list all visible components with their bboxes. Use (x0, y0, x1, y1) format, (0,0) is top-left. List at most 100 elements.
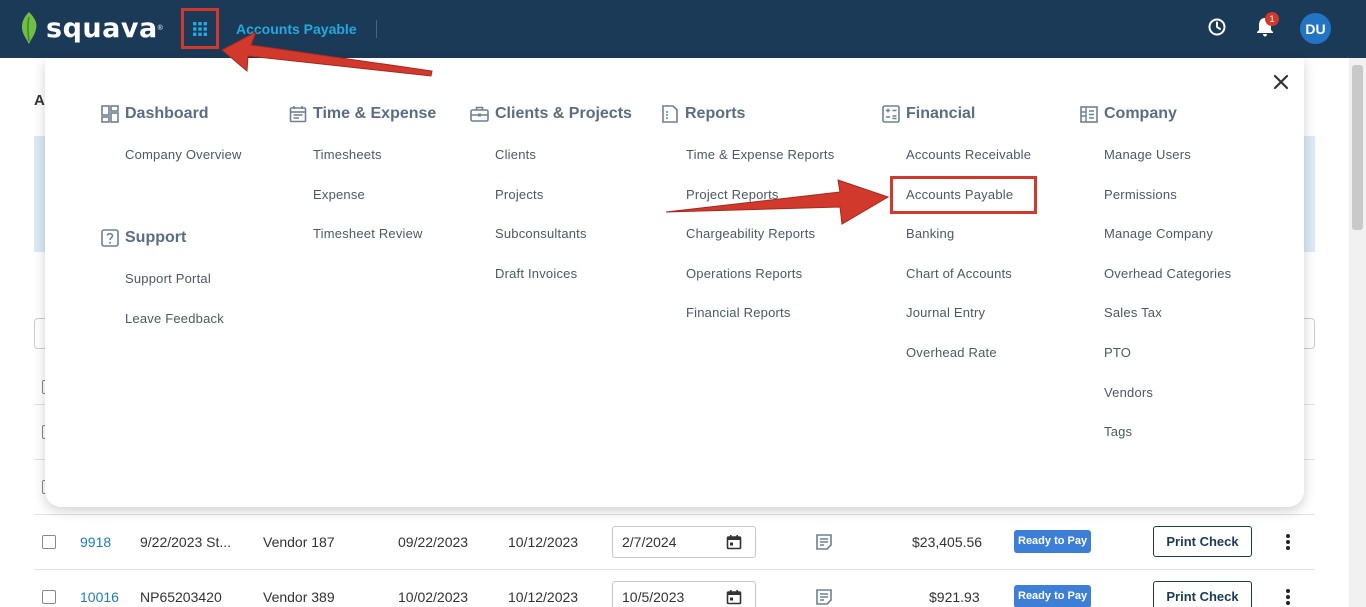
pay-date-input[interactable]: 2/7/2024 (612, 526, 756, 558)
bill-date: 09/22/2023 (398, 534, 469, 550)
menu-column-financial: Financial (882, 104, 975, 124)
notes-icon[interactable] (815, 533, 833, 551)
calendar-icon[interactable] (726, 589, 742, 605)
print-check-button[interactable]: Print Check (1153, 581, 1252, 607)
bill-date: 10/02/2023 (398, 589, 469, 605)
page-title: Accounts Payable (236, 21, 357, 37)
grid-icon (193, 21, 207, 36)
bill-id-link[interactable]: 9918 (80, 534, 111, 550)
report-icon (662, 105, 678, 123)
menu-item-operations-reports[interactable]: Operations Reports (686, 266, 802, 281)
menu-heading-label: Clients & Projects (495, 105, 632, 122)
help-icon (101, 229, 119, 247)
clock-icon[interactable] (1207, 17, 1227, 37)
menu-item-clients[interactable]: Clients (495, 147, 536, 162)
menu-heading-company: Company (1080, 104, 1177, 124)
menu-column-reports: Reports (661, 104, 745, 124)
bill-id-link[interactable]: 10016 (80, 589, 119, 605)
menu-item-chart-of-accounts[interactable]: Chart of Accounts (906, 266, 1012, 281)
menu-item-journal-entry[interactable]: Journal Entry (906, 305, 985, 320)
menu-heading-label: Support (125, 229, 187, 246)
scrollbar-thumb[interactable] (1352, 65, 1363, 230)
menu-column-time-expense: Time & Expense (289, 104, 436, 124)
menu-heading-label: Time & Expense (313, 105, 437, 122)
table-row: 10016 NP65203420 Vendor 389 10/02/2023 1… (34, 569, 1315, 607)
app-grid-menu-button[interactable] (181, 8, 219, 49)
menu-item-company-overview[interactable]: Company Overview (125, 147, 242, 162)
table-row: 9918 9/22/2023 St... Vendor 187 09/22/20… (34, 514, 1315, 569)
menu-column-company: Company (1080, 104, 1177, 124)
pay-date-value: 2/7/2024 (622, 534, 677, 550)
vendor-name: Vendor 187 (263, 534, 335, 550)
amount: $921.93 (929, 589, 980, 605)
more-options-icon[interactable] (1284, 588, 1292, 606)
menu-item-banking[interactable]: Banking (906, 226, 954, 241)
menu-heading-support: Support (101, 228, 186, 248)
menu-heading-label: Financial (906, 105, 976, 122)
menu-heading-label: Reports (685, 105, 746, 122)
menu-item-financial-reports[interactable]: Financial Reports (686, 305, 791, 320)
menu-column-support: Support (101, 228, 186, 248)
menu-item-overhead-categories[interactable]: Overhead Categories (1104, 266, 1231, 281)
menu-item-tags[interactable]: Tags (1104, 424, 1132, 439)
menu-item-sales-tax[interactable]: Sales Tax (1104, 305, 1162, 320)
pay-date-input[interactable]: 10/5/2023 (612, 581, 756, 607)
calendar-icon[interactable] (726, 534, 742, 550)
building-icon (1080, 106, 1098, 123)
menu-column-clients-projects: Clients & Projects (470, 104, 632, 124)
leaf-logo-icon (21, 12, 37, 44)
dashboard-icon (101, 105, 119, 123)
menu-item-leave-feedback[interactable]: Leave Feedback (125, 311, 224, 326)
menu-heading-dashboard: Dashboard (101, 104, 209, 124)
menu-item-projects[interactable]: Projects (495, 187, 544, 202)
calendar-icon (289, 106, 307, 123)
menu-item-pto[interactable]: PTO (1104, 345, 1131, 360)
row-checkbox[interactable] (42, 535, 56, 549)
bill-description: NP65203420 (140, 589, 222, 605)
logo-text: squava (46, 12, 158, 44)
menu-item-chargeability-reports[interactable]: Chargeability Reports (686, 226, 815, 241)
close-icon[interactable] (1271, 72, 1291, 92)
menu-heading-clients-projects: Clients & Projects (470, 104, 632, 124)
menu-item-manage-company[interactable]: Manage Company (1104, 226, 1213, 241)
user-avatar[interactable]: DU (1300, 13, 1331, 44)
menu-heading-time-expense: Time & Expense (289, 104, 436, 124)
top-navigation-bar: squava ® Accounts Payable 1 DU (0, 0, 1366, 58)
app-navigation-menu: Dashboard Company Overview Support Suppo… (45, 58, 1304, 507)
menu-heading-label: Dashboard (125, 105, 209, 122)
menu-item-overhead-rate[interactable]: Overhead Rate (906, 345, 997, 360)
squava-logo[interactable]: squava ® (18, 8, 163, 48)
amount: $23,405.56 (912, 534, 983, 550)
menu-item-accounts-receivable[interactable]: Accounts Receivable (906, 147, 1031, 162)
menu-item-time-expense-reports[interactable]: Time & Expense Reports (686, 147, 834, 162)
status-badge: Ready to Pay (1014, 530, 1092, 553)
briefcase-icon (470, 106, 489, 122)
menu-item-vendors[interactable]: Vendors (1104, 385, 1153, 400)
due-date: 10/12/2023 (508, 589, 579, 605)
menu-column-dashboard: Dashboard (101, 104, 209, 124)
menu-item-expense[interactable]: Expense (313, 187, 365, 202)
menu-item-timesheets[interactable]: Timesheets (313, 147, 382, 162)
calculator-icon (882, 105, 900, 123)
page-heading: A (34, 92, 45, 109)
menu-item-project-reports[interactable]: Project Reports (686, 187, 779, 202)
print-check-button[interactable]: Print Check (1153, 526, 1252, 557)
due-date: 10/12/2023 (508, 534, 579, 550)
menu-heading-financial: Financial (882, 104, 975, 124)
vendor-name: Vendor 389 (263, 589, 335, 605)
menu-item-manage-users[interactable]: Manage Users (1104, 147, 1191, 162)
bill-description: 9/22/2023 St... (140, 534, 232, 550)
menu-heading-label: Company (1104, 105, 1177, 122)
menu-item-draft-invoices[interactable]: Draft Invoices (495, 266, 577, 281)
status-badge: Ready to Pay (1014, 585, 1092, 607)
notes-icon[interactable] (815, 588, 833, 606)
row-checkbox[interactable] (42, 590, 56, 604)
menu-item-permissions[interactable]: Permissions (1104, 187, 1177, 202)
notification-count-badge: 1 (1265, 12, 1279, 26)
highlight-box (890, 176, 1037, 214)
pay-date-value: 10/5/2023 (622, 589, 685, 605)
menu-item-subconsultants[interactable]: Subconsultants (495, 226, 587, 241)
menu-item-timesheet-review[interactable]: Timesheet Review (313, 226, 423, 241)
menu-item-support-portal[interactable]: Support Portal (125, 271, 211, 286)
more-options-icon[interactable] (1284, 533, 1292, 551)
